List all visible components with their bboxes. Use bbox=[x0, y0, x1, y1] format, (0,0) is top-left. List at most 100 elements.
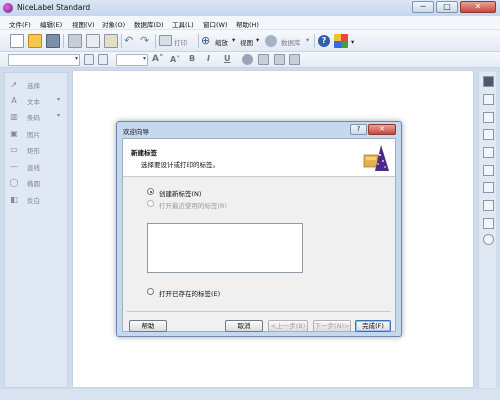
wizard-step-subtitle: 选择要设计或打印的标签。 bbox=[141, 161, 219, 169]
help-button[interactable]: 帮助 bbox=[129, 320, 167, 332]
text-dropdown-icon[interactable]: ▾ bbox=[57, 96, 60, 103]
line-icon: — bbox=[10, 162, 18, 171]
increase-font-icon[interactable]: A˄ bbox=[152, 54, 163, 64]
rectangle-icon: ▭ bbox=[10, 145, 18, 154]
printer-icon[interactable] bbox=[159, 35, 172, 46]
tool-rectangle[interactable]: ▭ 矩形 bbox=[9, 144, 65, 156]
cut-icon[interactable] bbox=[68, 34, 82, 48]
font-color-icon[interactable] bbox=[98, 54, 108, 65]
cancel-button[interactable]: 取消 bbox=[225, 320, 263, 332]
align-top-icon[interactable] bbox=[483, 94, 494, 105]
help-icon[interactable]: ? bbox=[318, 35, 330, 47]
menu-file[interactable]: 文件(F) bbox=[9, 19, 31, 29]
create-new-label-radio[interactable] bbox=[147, 188, 154, 195]
underline-button[interactable]: U bbox=[224, 54, 231, 63]
arrow-cursor-icon: ➚ bbox=[10, 80, 18, 89]
font-name-combo[interactable]: ▾ bbox=[8, 54, 80, 66]
tool-barcode[interactable]: ▥ 条码 ▾ bbox=[9, 111, 65, 123]
tool-ellipse[interactable]: ◯ 椭圆 bbox=[9, 177, 65, 189]
undo-icon[interactable]: ↶ bbox=[124, 35, 138, 49]
menu-help[interactable]: 帮助(H) bbox=[236, 19, 259, 29]
next-button[interactable]: 下一步(N)> bbox=[313, 320, 351, 332]
font-size-combo[interactable]: ▾ bbox=[116, 54, 148, 66]
align-middle-icon[interactable] bbox=[483, 112, 494, 123]
decrease-font-icon[interactable]: A˅ bbox=[170, 55, 180, 64]
print-label[interactable]: 打印 bbox=[174, 37, 187, 47]
open-existing-label-radio[interactable] bbox=[147, 288, 154, 295]
dialog-body: 新建标签 选择要设计或打印的标签。 创建新标签(N) 打开最近使用的标签(R) bbox=[122, 138, 396, 332]
paste-icon[interactable] bbox=[104, 34, 118, 48]
main-toolbar: ↶ ↷ 打印 ⊕ 缩放 ▾ 视图 ▾ 数据库 ▾ ? ▾ bbox=[0, 30, 500, 52]
inverse-icon: ◧ bbox=[10, 195, 18, 204]
font-options-icon[interactable] bbox=[84, 54, 94, 65]
rotate-icon[interactable] bbox=[483, 234, 494, 245]
picture-icon: ▣ bbox=[10, 129, 18, 138]
barcode-dropdown-icon[interactable]: ▾ bbox=[57, 112, 60, 119]
menu-database[interactable]: 数据库(D) bbox=[134, 19, 164, 29]
open-folder-icon[interactable] bbox=[28, 34, 42, 48]
minimize-button[interactable]: ─ bbox=[412, 1, 434, 13]
menu-edit[interactable]: 编辑(E) bbox=[40, 19, 62, 29]
recent-labels-list[interactable] bbox=[147, 223, 303, 273]
align-left-icon[interactable] bbox=[258, 54, 269, 65]
ellipse-icon: ◯ bbox=[9, 178, 19, 187]
distribute-horizontal-icon[interactable] bbox=[483, 200, 494, 211]
dialog-close-button[interactable]: ✕ bbox=[368, 124, 396, 135]
save-icon[interactable] bbox=[46, 34, 60, 48]
wizard-step-title: 新建标签 bbox=[131, 149, 157, 157]
windows-flag-icon[interactable] bbox=[334, 34, 348, 48]
menu-bar: 文件(F) 编辑(E) 视图(V) 对象(O) 数据库(D) 工具(L) 窗口(… bbox=[0, 16, 500, 30]
align-center-icon[interactable] bbox=[274, 54, 285, 65]
menu-object[interactable]: 对象(O) bbox=[102, 19, 125, 29]
close-button[interactable]: ✕ bbox=[460, 1, 496, 13]
maximize-button[interactable]: □ bbox=[436, 1, 458, 13]
open-recent-label-radio[interactable] bbox=[147, 200, 154, 207]
align-center-vertical-icon[interactable] bbox=[483, 165, 494, 176]
database-label[interactable]: 数据库 bbox=[281, 37, 301, 47]
zoom-icon[interactable]: ⊕ bbox=[201, 34, 215, 48]
new-file-icon[interactable] bbox=[10, 34, 24, 48]
align-bottom-icon[interactable] bbox=[483, 129, 494, 140]
toolbox-grip-icon[interactable] bbox=[483, 76, 494, 87]
view-label[interactable]: 视图 bbox=[240, 37, 253, 47]
menu-tools[interactable]: 工具(L) bbox=[172, 19, 194, 29]
rotate-text-icon[interactable] bbox=[242, 54, 253, 65]
align-left-edge-icon[interactable] bbox=[483, 147, 494, 158]
tool-line[interactable]: — 直线 bbox=[9, 161, 65, 173]
nicelabel-logo-icon bbox=[3, 3, 13, 13]
copy-icon[interactable] bbox=[86, 34, 100, 48]
zoom-dropdown-icon[interactable]: ▾ bbox=[232, 36, 235, 44]
toolbar-overflow-icon[interactable]: ▾ bbox=[351, 38, 354, 46]
distribute-vertical-icon[interactable] bbox=[483, 218, 494, 229]
status-bar bbox=[0, 389, 500, 400]
tool-picture[interactable]: ▣ 图片 bbox=[9, 128, 65, 140]
menu-window[interactable]: 窗口(W) bbox=[203, 19, 228, 29]
back-button[interactable]: <上一步(B) bbox=[268, 320, 308, 332]
redo-icon[interactable]: ↷ bbox=[140, 35, 154, 49]
database-dropdown-icon[interactable]: ▾ bbox=[306, 36, 309, 44]
welcome-wizard-dialog: 欢迎向导 ? ✕ 新建标签 选择要设计或打印的标签。 创建新标签(N) 打开最近… bbox=[116, 121, 402, 337]
zoom-label[interactable]: 缩放 bbox=[215, 37, 228, 47]
tool-select[interactable]: ➚ 选择 bbox=[9, 79, 65, 91]
barcode-icon: ▥ bbox=[10, 112, 18, 121]
window-title: NiceLabel Standard bbox=[17, 3, 91, 12]
open-recent-label-option[interactable]: 打开最近使用的标签(R) bbox=[159, 200, 227, 210]
create-new-label-option[interactable]: 创建新标签(N) bbox=[159, 188, 201, 198]
dialog-divider bbox=[127, 311, 391, 312]
menu-view[interactable]: 视图(V) bbox=[72, 19, 95, 29]
open-existing-label-option[interactable]: 打开已存在的标签(E) bbox=[159, 288, 220, 298]
view-dropdown-icon[interactable]: ▾ bbox=[256, 36, 259, 44]
tool-text[interactable]: A 文本 ▾ bbox=[9, 95, 65, 107]
app-window: NiceLabel Standard ─ □ ✕ 文件(F) 编辑(E) 视图(… bbox=[0, 0, 500, 400]
wizard-hat-icon bbox=[363, 145, 389, 171]
align-right-icon[interactable] bbox=[289, 54, 300, 65]
tool-inverse[interactable]: ◧ 反白 bbox=[9, 194, 65, 206]
alignment-toolbox bbox=[478, 72, 496, 388]
dialog-help-button[interactable]: ? bbox=[350, 124, 367, 135]
finish-button[interactable]: 完成(F) bbox=[355, 320, 391, 332]
bold-button[interactable]: B bbox=[189, 54, 195, 63]
italic-button[interactable]: I bbox=[207, 54, 210, 63]
database-icon[interactable] bbox=[265, 35, 277, 47]
dialog-header: 新建标签 选择要设计或打印的标签。 bbox=[123, 139, 395, 177]
align-right-edge-icon[interactable] bbox=[483, 182, 494, 193]
